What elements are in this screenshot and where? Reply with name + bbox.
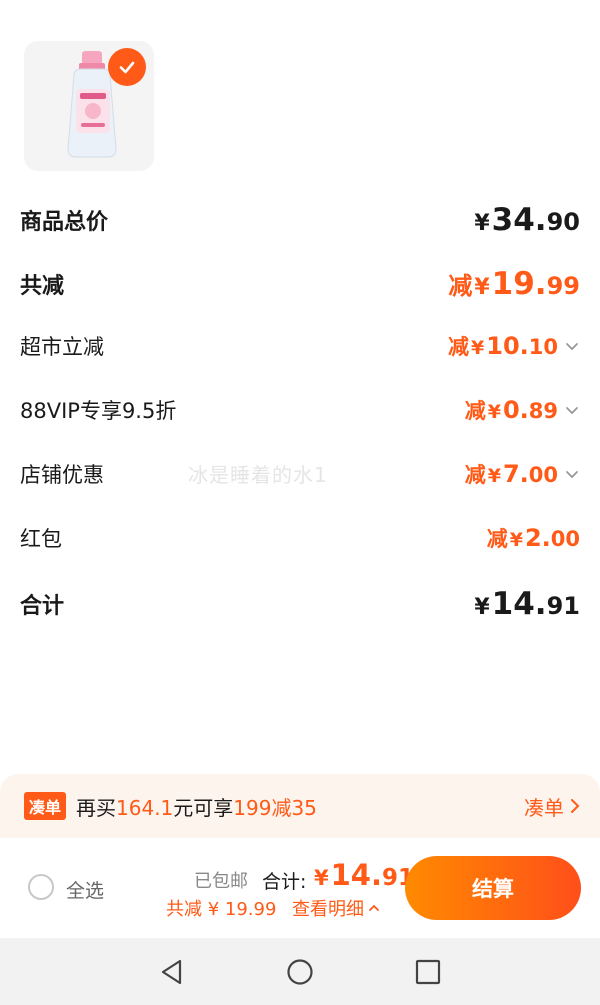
chevron-down-icon (566, 471, 578, 479)
total-discount-label: 共减 (20, 274, 65, 299)
checkout-bar: 全选 已包邮 合计: ¥ 14. 91 共减 ¥ 19.99 查看明细 结算 (0, 838, 600, 938)
checkout-button[interactable]: 结算 (405, 856, 581, 920)
chevron-right-icon (571, 799, 580, 813)
vip-discount-label: 88VIP专享9.5折 (20, 399, 177, 423)
promo-text: 再买164.1元可享199减35 (76, 795, 317, 820)
supermarket-discount-row[interactable]: 超市立减 减 ¥ 10. 10 (20, 331, 580, 361)
nav-back-icon[interactable] (156, 956, 188, 988)
red-packet-label: 红包 (20, 527, 62, 551)
supermarket-discount-label: 超市立减 (20, 335, 104, 359)
shop-discount-label: 店铺优惠 (20, 463, 104, 487)
sum-value: ¥ 14. 91 (474, 586, 580, 622)
promo-tag: 凑单 (24, 792, 67, 820)
chevron-down-icon (566, 343, 578, 351)
sum-label: 合计 (20, 594, 65, 619)
select-all-radio[interactable] (28, 874, 54, 900)
supermarket-discount-value: 减 ¥ 10. 10 (448, 331, 580, 361)
sum-row: 合计 ¥ 14. 91 (20, 586, 580, 622)
red-packet-value: 减 ¥ 2. 00 (486, 524, 580, 552)
vip-discount-row[interactable]: 88VIP专享9.5折 减 ¥ 0. 89 (20, 395, 580, 425)
promo-bar: 凑单 再买164.1元可享199减35 凑单 (0, 774, 600, 838)
free-shipping-label: 已包邮 (194, 871, 248, 892)
chevron-up-icon (369, 904, 379, 911)
red-packet-row: 红包 减 ¥ 2. 00 (20, 523, 580, 553)
nav-home-icon[interactable] (284, 956, 316, 988)
add-on-link[interactable]: 凑单 (524, 792, 582, 821)
goods-total-row: 商品总价 ¥ 34. 90 (20, 202, 580, 238)
view-details-link[interactable]: 查看明细 (292, 895, 381, 921)
check-icon (119, 61, 135, 74)
total-discount-row: 共减 减 ¥ 19. 99 (20, 266, 580, 302)
total-value: ¥ 14. 91 (314, 858, 415, 892)
total-discount-value: 减 ¥ 19. 99 (448, 266, 580, 302)
total-label: 合计: (262, 871, 307, 893)
watermark: 冰是睡着的水1 (188, 463, 328, 487)
shop-discount-value: 减 ¥ 7. 00 (465, 459, 580, 489)
chevron-down-icon (566, 407, 578, 415)
vip-discount-value: 减 ¥ 0. 89 (465, 395, 580, 425)
system-nav-bar (0, 938, 600, 1005)
goods-total-label: 商品总价 (20, 210, 109, 235)
goods-total-value: ¥ 34. 90 (474, 202, 580, 238)
saved-amount: 共减 ¥ 19.99 (166, 899, 277, 920)
selected-check[interactable] (108, 48, 146, 86)
nav-recents-icon[interactable] (412, 956, 444, 988)
select-all-label[interactable]: 全选 (66, 876, 104, 903)
